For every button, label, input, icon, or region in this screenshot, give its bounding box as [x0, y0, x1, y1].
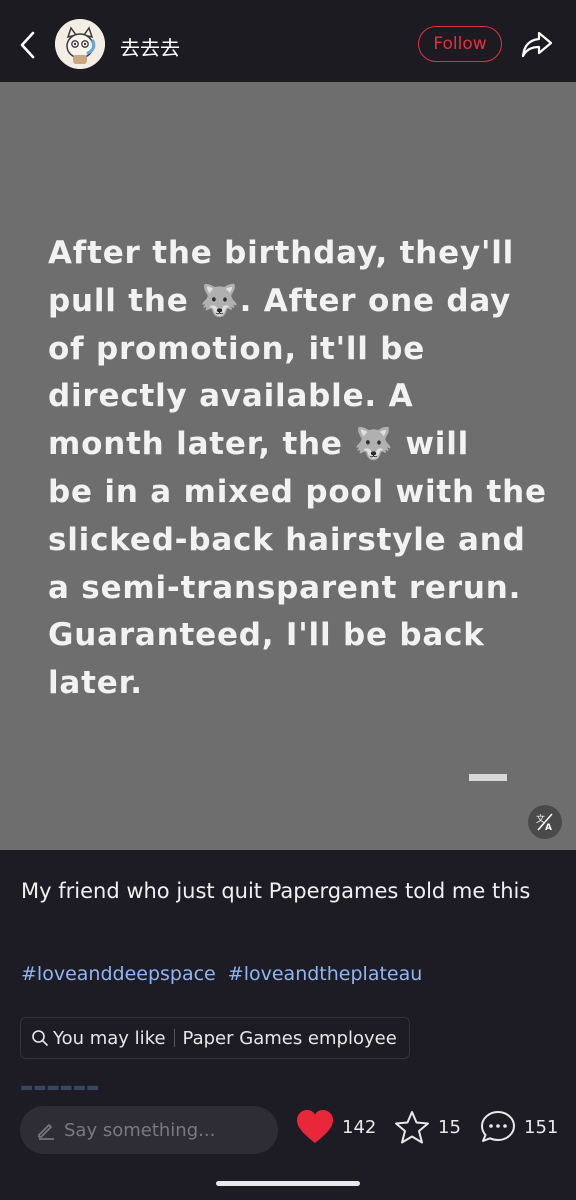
avatar[interactable] [55, 19, 105, 69]
star-icon [395, 1111, 429, 1144]
post-image-text-line: pull the 🐺. After one day [48, 282, 512, 319]
post-image-text-line: month later, the 🐺 will [48, 426, 470, 463]
post-image-text-line: slicked-back hairstyle and [48, 521, 526, 558]
you-may-like-suggestion[interactable]: Paper Games employee [183, 1028, 397, 1049]
comment-bubble-icon [481, 1111, 515, 1142]
faded-text-hint: ▬▬▬▬▬▬ [20, 1080, 100, 1090]
comment-input[interactable]: Say something... [20, 1106, 278, 1154]
svg-text:A: A [545, 823, 552, 832]
post-image-text-line: Guaranteed, I'll be back [48, 617, 485, 654]
favorite-count: 15 [438, 1116, 461, 1138]
post-image-text: After the birthday, they'll pull the 🐺. A… [48, 230, 548, 708]
you-may-like-label: You may like [53, 1027, 166, 1049]
username[interactable]: 去去去 [120, 32, 180, 61]
comment-placeholder: Say something... [64, 1119, 216, 1141]
comment-button[interactable]: 151 [480, 1110, 558, 1144]
search-icon [32, 1030, 48, 1046]
post-image[interactable]: After the birthday, they'll pull the 🐺. A… [0, 82, 576, 850]
hashtag-link[interactable]: #loveanddeepspace [21, 963, 216, 985]
post-image-text-line: be in a mixed pool with the [48, 473, 547, 510]
heart-icon [297, 1110, 333, 1143]
share-icon[interactable] [518, 27, 556, 61]
like-count: 142 [342, 1116, 377, 1138]
home-indicator [216, 1181, 360, 1186]
back-chevron-icon[interactable] [14, 30, 40, 60]
like-button[interactable]: 142 [296, 1110, 376, 1144]
hashtag-link[interactable]: #loveandtheplateau [228, 963, 423, 985]
divider [173, 1029, 175, 1047]
post-image-text-line: of promotion, it'll be [48, 330, 426, 367]
image-page-indicator [469, 774, 507, 781]
you-may-like-chip[interactable]: You may like Paper Games employee [20, 1017, 410, 1059]
hashtag-list: #loveanddeepspace #loveandtheplateau [21, 963, 428, 985]
post-image-text-line: later. [48, 665, 143, 702]
post-image-text-line: a semi-transparent rerun. [48, 569, 522, 606]
follow-button[interactable]: Follow [418, 26, 502, 62]
favorite-button[interactable]: 15 [394, 1110, 461, 1144]
pencil-icon [36, 1120, 56, 1140]
post-caption: My friend who just quit Papergames told … [21, 879, 531, 903]
post-image-text-line: directly available. A [48, 378, 414, 415]
post-image-text-line: After the birthday, they'll [48, 235, 515, 271]
bottom-bar: Say something... 142 15 151 [0, 1093, 576, 1200]
translate-icon[interactable]: 文 A [528, 805, 562, 839]
comment-count: 151 [524, 1116, 559, 1138]
top-bar: 去去去 Follow [0, 0, 576, 82]
